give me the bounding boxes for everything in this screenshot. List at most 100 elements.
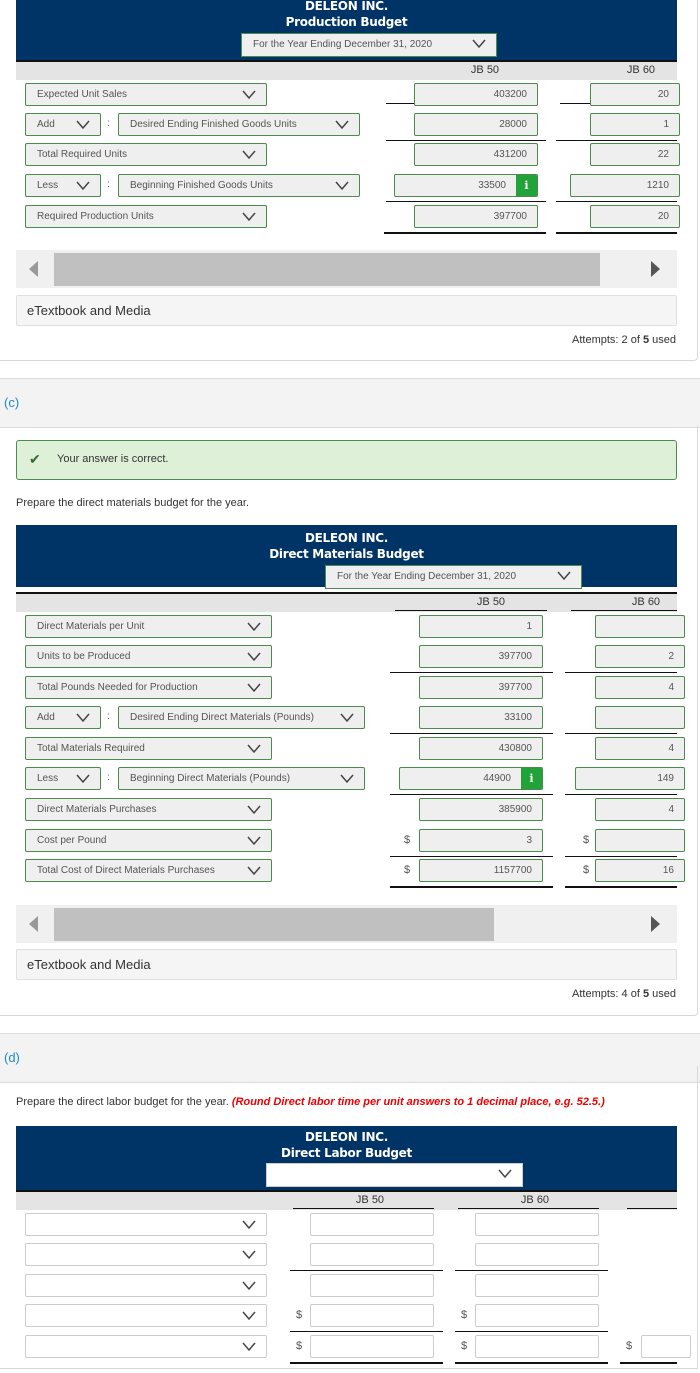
jb60-value[interactable]: 4 (595, 676, 685, 699)
jb60-value[interactable] (595, 706, 685, 729)
jb50-input[interactable] (310, 1304, 434, 1327)
info-icon[interactable]: i (516, 175, 537, 196)
jb60-input[interactable] (475, 1304, 599, 1327)
jb60-value[interactable] (595, 829, 685, 852)
jb50-value[interactable]: 33500 i (394, 174, 538, 197)
column-underline (627, 1208, 677, 1209)
row-label-select[interactable]: Desired Ending Direct Materials (Pounds) (118, 706, 365, 729)
scroll-right-arrow-icon[interactable] (651, 916, 660, 932)
jb50-value[interactable]: 44900 i (399, 767, 543, 790)
part-c-header: (c) (0, 378, 700, 428)
row-label-select[interactable]: Cost per Pound (25, 829, 272, 852)
jb50-value[interactable]: 3 (419, 829, 543, 852)
scroll-left-arrow-icon[interactable] (29, 916, 38, 932)
chevron-down-icon (247, 652, 261, 662)
rounding-instruction: (Round Direct labor time per unit answer… (231, 1096, 605, 1108)
total-double-line (384, 232, 546, 234)
row-label-select[interactable]: Total Cost of Direct Materials Purchases (25, 859, 272, 882)
jb60-value[interactable]: 1 (590, 113, 680, 136)
row-label-select[interactable]: Required Production Units (25, 205, 267, 228)
jb60-value[interactable]: 22 (590, 143, 680, 166)
total-double-line (565, 886, 677, 888)
etextbook-media-link[interactable]: eTextbook and Media (16, 295, 677, 326)
jb50-input[interactable] (310, 1243, 434, 1266)
company-name: DELEON INC. (305, 1130, 388, 1144)
operator-select[interactable]: Add (25, 706, 101, 729)
jb60-value[interactable]: 4 (595, 798, 685, 821)
horizontal-scrollbar[interactable] (16, 250, 677, 288)
row-label-select[interactable]: Desired Ending Finished Goods Units (118, 113, 360, 136)
jb50-value[interactable]: 397700 (419, 676, 543, 699)
period-select[interactable]: For the Year Ending December 31, 2020 (241, 33, 497, 57)
jb60-input[interactable] (475, 1243, 599, 1266)
column-header-bar: JB 50 JB 60 (16, 1190, 677, 1210)
value-text: 33500 (478, 180, 506, 191)
jb50-value[interactable]: 33100 (419, 706, 543, 729)
dollar-sign: $ (583, 864, 590, 876)
jb60-value[interactable]: 20 (590, 83, 680, 106)
row-label-select[interactable]: Total Required Units (25, 143, 267, 166)
colon-separator: : (107, 118, 110, 129)
jb50-value[interactable]: 397700 (419, 645, 543, 668)
operator-select[interactable]: Less (25, 174, 101, 197)
column-underline (571, 610, 677, 611)
horizontal-scrollbar[interactable] (16, 905, 677, 943)
part-c-label: (c) (4, 395, 20, 410)
chevron-down-icon (76, 713, 90, 723)
jb50-input[interactable] (310, 1274, 434, 1297)
row-label-select[interactable] (25, 1335, 267, 1358)
chevron-down-icon (247, 744, 261, 754)
operator-select[interactable]: Add (25, 113, 101, 136)
jb60-input[interactable] (475, 1335, 599, 1358)
period-select[interactable] (266, 1163, 523, 1187)
row-label-select[interactable]: Direct Materials per Unit (25, 615, 272, 638)
jb60-input[interactable] (475, 1274, 599, 1297)
row-label-text: Beginning Finished Goods Units (130, 180, 273, 191)
jb50-value[interactable]: 28000 (414, 113, 538, 136)
row-label-select[interactable]: Direct Materials Purchases (25, 798, 272, 821)
jb50-value[interactable]: 1 (419, 615, 543, 638)
jb50-value[interactable]: 385900 (419, 798, 543, 821)
etextbook-media-link[interactable]: eTextbook and Media (16, 949, 677, 980)
jb60-input[interactable] (475, 1213, 599, 1236)
row-label-select[interactable]: Units to be Produced (25, 645, 272, 668)
info-icon[interactable]: i (521, 768, 542, 789)
jb60-value[interactable]: 16 (595, 859, 685, 882)
jb60-value[interactable] (595, 615, 685, 638)
jb60-value[interactable]: 2 (595, 645, 685, 668)
row-label-text: Total Cost of Direct Materials Purchases (37, 865, 215, 876)
period-select[interactable]: For the Year Ending December 31, 2020 (325, 565, 582, 589)
operator-select[interactable]: Less (25, 767, 101, 790)
row-label-select[interactable]: Total Pounds Needed for Production (25, 676, 272, 699)
jb60-value[interactable]: 149 (575, 767, 685, 790)
jb50-value[interactable]: 403200 (414, 83, 538, 106)
column-header-bar: JB 50 JB 60 (16, 592, 677, 612)
row-label-select[interactable] (25, 1274, 267, 1297)
jb60-value[interactable]: 20 (590, 205, 680, 228)
jb60-value[interactable]: 4 (595, 737, 685, 760)
jb60-value[interactable]: 1210 (570, 174, 680, 197)
row-label-select[interactable] (25, 1243, 267, 1266)
scroll-left-arrow-icon[interactable] (29, 261, 38, 277)
row-label-select[interactable]: Beginning Direct Materials (Pounds) (118, 767, 365, 790)
jb50-input[interactable] (310, 1335, 434, 1358)
row-label-select[interactable]: Beginning Finished Goods Units (118, 174, 360, 197)
jb50-input[interactable] (310, 1213, 434, 1236)
row-label-select[interactable] (25, 1304, 267, 1327)
scroll-right-arrow-icon[interactable] (651, 261, 660, 277)
chevron-down-icon (335, 120, 349, 130)
total-input[interactable] (641, 1335, 691, 1358)
row-label-select[interactable]: Expected Unit Sales (25, 83, 267, 106)
row-label-text: Direct Materials per Unit (37, 621, 145, 632)
scrollbar-thumb[interactable] (54, 253, 600, 286)
row-label-select[interactable]: Total Materials Required (25, 737, 272, 760)
row-label-select[interactable] (25, 1213, 267, 1236)
jb50-value[interactable]: 431200 (414, 143, 538, 166)
scrollbar-thumb[interactable] (54, 908, 494, 941)
jb50-value[interactable]: 1157700 (419, 859, 543, 882)
jb50-value[interactable]: 430800 (419, 737, 543, 760)
prompt-text: Prepare the direct labor budget for the … (16, 1096, 229, 1108)
subtotal-line (556, 140, 677, 141)
subtotal-line (565, 733, 677, 734)
jb50-value[interactable]: 397700 (414, 205, 538, 228)
